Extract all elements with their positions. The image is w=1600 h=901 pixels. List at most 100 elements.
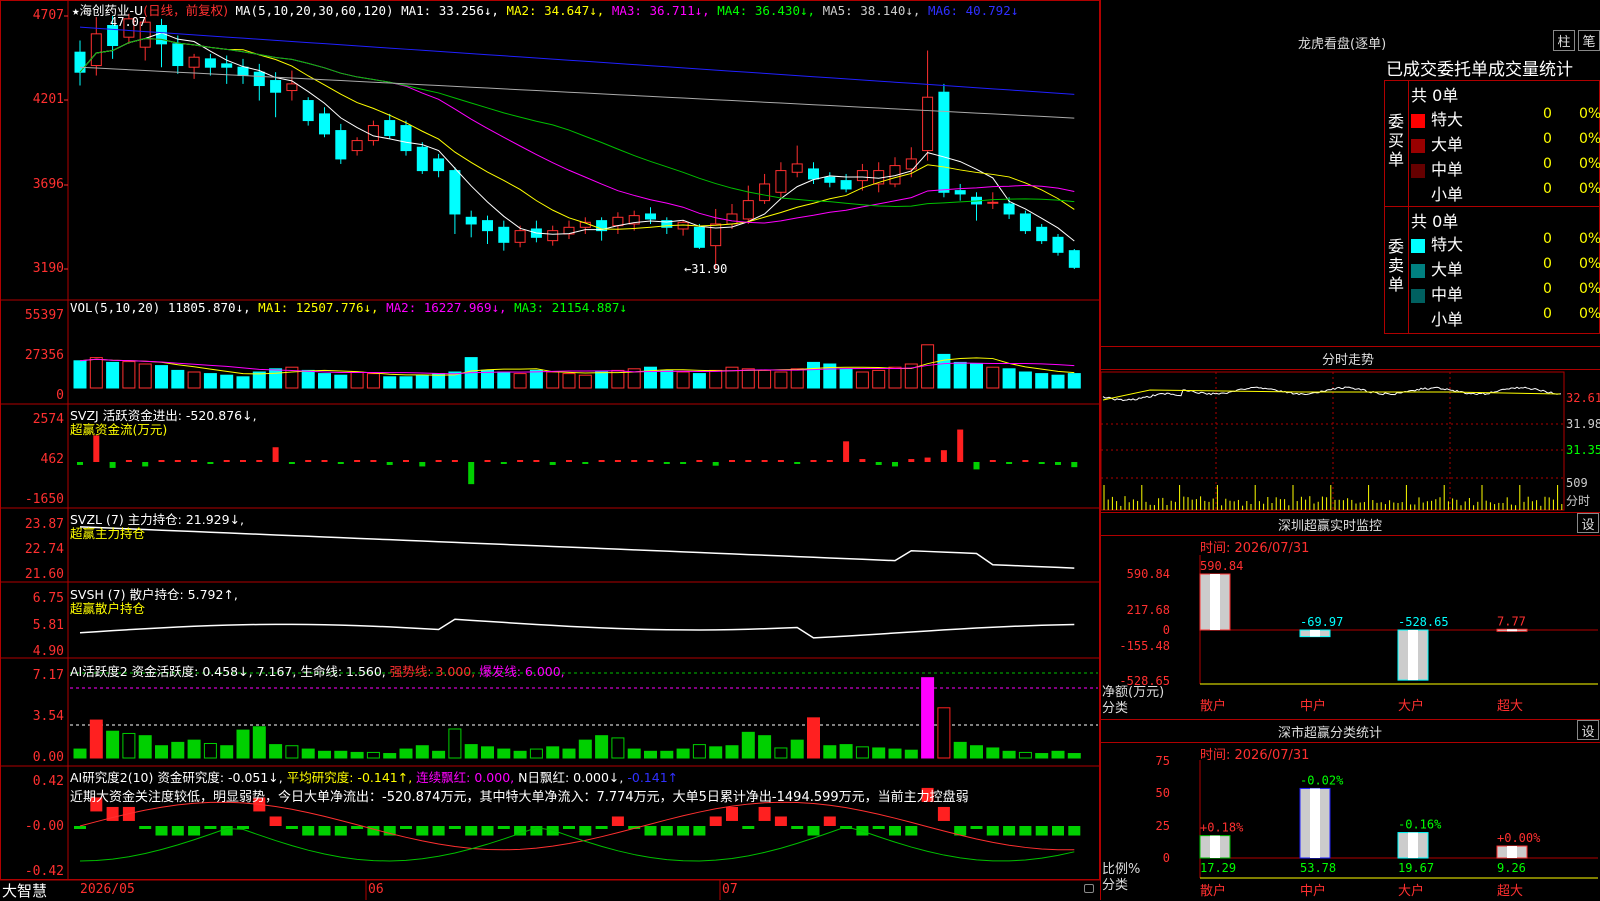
color-swatch (1411, 164, 1425, 178)
activity-bar (612, 738, 624, 758)
activity-bar (547, 747, 559, 758)
volume-bar (221, 375, 233, 388)
research-bar (335, 826, 347, 836)
fund-flow-bar (680, 462, 686, 464)
fund-flow-bar (159, 460, 165, 462)
activity-bar (710, 747, 722, 758)
lock-icon[interactable] (1084, 884, 1094, 893)
research-bar (172, 826, 184, 836)
volume-bar (1003, 369, 1015, 388)
research-bar (938, 807, 950, 821)
volume-bar (808, 362, 820, 388)
activity-bar (791, 740, 803, 758)
candle-body (825, 177, 835, 182)
activity-bar (107, 731, 119, 758)
volume-bar (514, 374, 526, 388)
activity-bar (1019, 752, 1031, 758)
research-bar (482, 826, 494, 836)
buy-row: 特大 0 0% (1411, 106, 1600, 128)
volume-bar (873, 370, 885, 388)
fund-flow-bar (224, 460, 230, 462)
candle-body (222, 64, 232, 67)
ma4-value: MA4: 36.430↓, (717, 3, 815, 18)
research-bar (188, 826, 200, 836)
candle-body (743, 201, 753, 219)
activity-bar (922, 678, 934, 758)
volume-bar (400, 377, 412, 388)
candle-body (450, 171, 460, 214)
volume-bar (1052, 375, 1064, 388)
svzj-sub: 超赢资金流(万元) (70, 419, 167, 438)
research-bar (449, 826, 461, 829)
ai-active-label: AI活跃度2 资金活跃度: 0.458↓, (70, 664, 253, 679)
activity-bar (253, 727, 265, 758)
row-label: 中单 (1431, 160, 1463, 179)
row-percent: 0% (1579, 131, 1600, 147)
color-swatch (1411, 239, 1425, 253)
volume-bar (1036, 374, 1048, 388)
axis-label: 4707 (0, 8, 64, 23)
star-icon[interactable]: ★ (72, 3, 80, 18)
axis-label: -0.00 (0, 819, 64, 834)
ai-active-v2: 7.167, (257, 664, 297, 679)
fund-flow-bar (256, 460, 262, 462)
research-bar (889, 826, 901, 836)
candle-body (173, 44, 183, 66)
candle-body (401, 126, 411, 151)
research-bar (1003, 826, 1015, 836)
research-bar (791, 826, 803, 829)
activity-bar (596, 736, 608, 758)
fund-flow-bar (892, 462, 898, 466)
activity-bar (954, 742, 966, 758)
candle-body (613, 217, 623, 225)
sz-class-unit2: 分类 (1102, 874, 1128, 893)
dragon-tabs[interactable]: 已成交委托单成交量统计 (1386, 55, 1573, 80)
tick-view-button[interactable]: 笔 (1578, 30, 1600, 51)
fund-flow-bar (566, 460, 572, 462)
candle-body (238, 67, 248, 75)
volume-bar (742, 369, 754, 388)
volume-bar (775, 372, 787, 388)
axis-label: 0.00 (0, 750, 64, 765)
row-count: 0 (1543, 306, 1552, 322)
activity-bar (90, 720, 102, 758)
sz-monitor-title: 深圳超赢实时监控 (1278, 515, 1382, 534)
row-count: 0 (1543, 231, 1552, 247)
research-bar (1036, 826, 1048, 836)
research-bar (661, 826, 673, 836)
row-label: 小单 (1431, 310, 1463, 329)
research-bar (579, 826, 591, 836)
kline-chart-svg[interactable] (0, 0, 1100, 900)
date-label: 2026/05 (80, 882, 135, 897)
candle-body (254, 72, 264, 85)
intraday-vol-label: 509 (1566, 476, 1588, 490)
research-bar (759, 807, 771, 821)
svzl-sub: 超赢主力持仓 (70, 523, 145, 542)
main-header: ★海创药业-U(日线，前复权) MA(5,10,20,30,60,120) MA… (72, 0, 1018, 19)
fund-flow-bar (876, 462, 882, 465)
fund-flow-bar (468, 462, 474, 484)
divider (1408, 80, 1409, 334)
sell-row: 小单 0 0% (1411, 306, 1600, 328)
row-percent: 0% (1579, 256, 1600, 272)
axis-label: 0 (0, 388, 64, 403)
ma5-line (80, 67, 1074, 118)
research-bar (400, 826, 412, 829)
candle-body (760, 184, 770, 201)
candle-body (1037, 227, 1047, 240)
vol-value: 11805.870↓, (168, 300, 251, 315)
volume-bar (335, 375, 347, 388)
brand-logo[interactable]: 大智慧 (2, 880, 47, 901)
candle-body (809, 169, 819, 179)
sz-class-settings-button[interactable]: 设 (1577, 720, 1599, 740)
period-label[interactable]: (日线，前复权) (143, 3, 228, 18)
main-chart-area[interactable] (0, 0, 1100, 900)
row-label: 小单 (1431, 185, 1463, 204)
bar-view-button[interactable]: 柱 (1553, 30, 1575, 51)
sz-monitor-settings-button[interactable]: 设 (1577, 513, 1599, 533)
activity-bar (514, 751, 526, 758)
research-bar (237, 826, 249, 829)
volume-bar (90, 358, 102, 388)
row-percent: 0% (1579, 181, 1600, 197)
ma3-value: MA3: 36.711↓, (612, 3, 710, 18)
